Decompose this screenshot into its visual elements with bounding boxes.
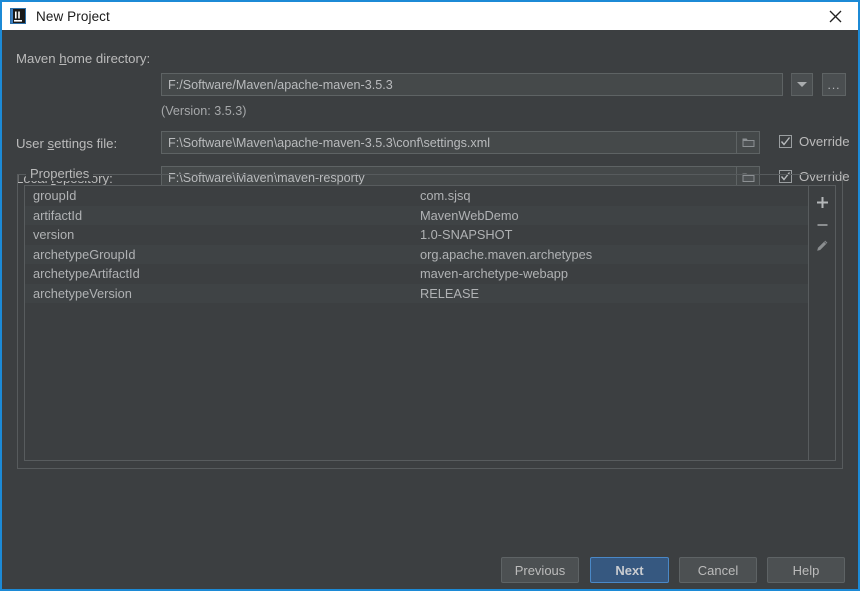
table-row[interactable]: archetypeVersion RELEASE <box>25 283 809 303</box>
user-settings-input[interactable]: F:\Software\Maven\apache-maven-3.5.3\con… <box>161 131 737 154</box>
check-icon <box>780 137 791 146</box>
intellij-idea-icon <box>10 8 26 24</box>
help-button[interactable]: Help <box>767 557 845 583</box>
new-project-dialog-window: New Project Maven home directory: F:/Sof… <box>0 0 860 591</box>
property-key: archetypeArtifactId <box>33 266 140 282</box>
properties-legend: Properties <box>26 166 94 181</box>
property-value: 1.0-SNAPSHOT <box>420 227 513 243</box>
remove-property-button[interactable] <box>810 213 834 235</box>
table-row[interactable]: artifactId MavenWebDemo <box>25 205 809 225</box>
property-key: archetypeVersion <box>33 285 132 301</box>
table-row[interactable]: version 1.0-SNAPSHOT <box>25 225 808 245</box>
properties-toolbar <box>809 186 835 460</box>
property-value: RELEASE <box>420 285 480 301</box>
window-title: New Project <box>36 8 110 24</box>
close-icon[interactable] <box>812 2 858 30</box>
user-settings-row: x <box>16 104 23 128</box>
folder-icon <box>742 138 754 147</box>
ellipsis-icon: ... <box>827 77 841 92</box>
property-value: maven-archetype-webapp <box>420 266 568 282</box>
property-value: com.sjsq <box>420 188 471 204</box>
maven-home-input[interactable]: F:/Software/Maven/apache-maven-3.5.3 <box>161 73 783 96</box>
checkbox-box <box>779 135 792 148</box>
add-property-button[interactable] <box>810 191 834 213</box>
property-value: org.apache.maven.archetypes <box>420 246 593 262</box>
pencil-icon <box>817 240 828 251</box>
dialog-body: Maven home directory: F:/Software/Maven/… <box>2 30 858 589</box>
minus-icon <box>817 223 828 226</box>
dialog-footer: Previous Next Cancel Help <box>2 551 858 589</box>
maven-home-dropdown-button[interactable] <box>791 73 813 96</box>
maven-home-label: Maven home directory: <box>16 50 151 66</box>
property-key: groupId <box>33 188 77 204</box>
override-label: Override <box>799 134 850 149</box>
property-value: MavenWebDemo <box>420 207 519 223</box>
chevron-down-icon <box>797 82 807 87</box>
property-key: archetypeGroupId <box>33 246 136 262</box>
table-row[interactable]: groupId com.sjsq <box>25 186 808 206</box>
property-key: version <box>33 227 75 243</box>
maven-version-note: (Version: 3.5.3) <box>161 104 247 118</box>
previous-button[interactable]: Previous <box>501 557 579 583</box>
user-settings-override-checkbox[interactable]: Override <box>779 134 850 149</box>
property-key: artifactId <box>33 207 83 223</box>
user-settings-browse-button[interactable] <box>737 131 760 154</box>
maven-home-value: F:/Software/Maven/apache-maven-3.5.3 <box>168 77 393 92</box>
maven-home-row: Maven home directory: <box>16 46 150 70</box>
user-settings-label: User settings file: <box>16 135 118 151</box>
title-bar: New Project <box>2 2 858 30</box>
properties-group: Properties groupId com.sjsq artifactId Mave… <box>17 166 843 469</box>
properties-panel: groupId com.sjsq artifactId MavenWebDemo ver… <box>24 185 836 461</box>
next-button[interactable]: Next <box>590 557 669 583</box>
maven-home-browse-button[interactable]: ... <box>822 73 846 96</box>
properties-table[interactable]: groupId com.sjsq artifactId MavenWebDemo ver… <box>25 186 810 460</box>
table-row[interactable]: archetypeGroupId org.apache.maven.archety… <box>25 244 809 264</box>
table-row[interactable]: archetypeArtifactId maven-archetype-webap… <box>25 264 808 284</box>
edit-property-button[interactable] <box>810 235 834 257</box>
plus-icon <box>816 196 828 208</box>
cancel-button[interactable]: Cancel <box>679 557 757 583</box>
user-settings-value: F:\Software\Maven\apache-maven-3.5.3\con… <box>168 135 490 150</box>
user-settings-label-row: User settings file: <box>16 131 117 155</box>
